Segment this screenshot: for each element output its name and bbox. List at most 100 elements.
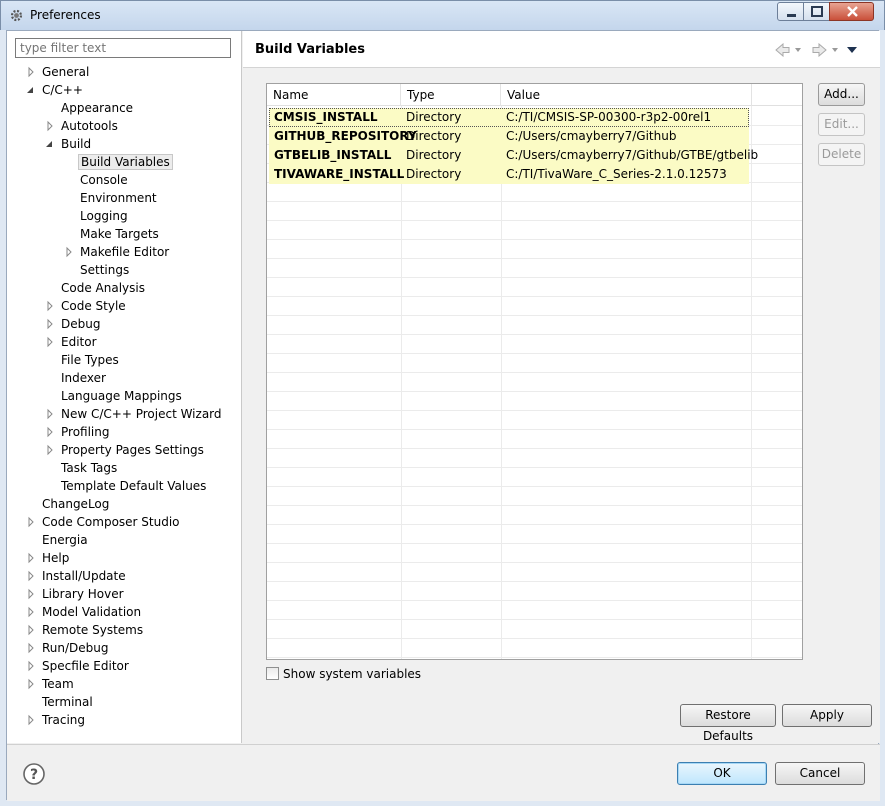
cancel-button[interactable]: Cancel: [775, 762, 865, 785]
expand-arrow-icon[interactable]: [25, 549, 37, 567]
table-row[interactable]: GITHUB_REPOSITORY Directory C:/Users/cmayb…: [269, 127, 749, 146]
tree-item[interactable]: Install/Update: [28, 567, 128, 585]
expand-arrow-icon[interactable]: [25, 63, 37, 81]
expand-arrow-icon[interactable]: [44, 423, 56, 441]
tree-item[interactable]: Make Targets: [78, 225, 161, 243]
row-divider: [267, 410, 802, 411]
expand-arrow-icon[interactable]: [44, 441, 56, 459]
gear-icon: [10, 9, 23, 22]
tree-item[interactable]: New C/C++ Project Wizard: [47, 405, 224, 423]
tree-item[interactable]: Team: [28, 675, 76, 693]
expand-arrow-icon[interactable]: [63, 243, 75, 261]
tree-item[interactable]: Model Validation: [28, 603, 143, 621]
minimize-icon: [787, 14, 796, 17]
tree-item[interactable]: Code Analysis: [59, 279, 147, 297]
expand-arrow-icon[interactable]: [44, 117, 56, 135]
forward-dropdown-icon[interactable]: [832, 48, 838, 52]
expand-arrow-icon[interactable]: [44, 297, 56, 315]
tree-item[interactable]: Code Composer Studio: [28, 513, 182, 531]
column-header-name[interactable]: Name: [267, 84, 401, 106]
tree-item[interactable]: Run/Debug: [28, 639, 111, 657]
expand-arrow-icon[interactable]: [25, 603, 37, 621]
view-menu-icon[interactable]: [847, 47, 857, 53]
row-divider: [267, 391, 802, 392]
tree-item-label: Library Hover: [42, 587, 124, 601]
tree-item-label: Indexer: [61, 371, 106, 385]
delete-button[interactable]: Delete: [818, 143, 865, 166]
expand-arrow-icon[interactable]: [25, 711, 37, 729]
table-row[interactable]: GTBELIB_INSTALL Directory C:/Users/cmayber…: [269, 146, 759, 165]
tree-item[interactable]: Build: [46, 135, 93, 153]
apply-button[interactable]: Apply: [782, 704, 872, 727]
row-divider: [267, 638, 802, 639]
tree-item[interactable]: Code Style: [47, 297, 128, 315]
collapse-arrow-icon[interactable]: [44, 135, 56, 153]
column-header-type[interactable]: Type: [401, 84, 501, 106]
expand-arrow-icon[interactable]: [25, 621, 37, 639]
checkbox-box[interactable]: [266, 667, 279, 680]
tree-item[interactable]: Specfile Editor: [28, 657, 131, 675]
expand-arrow-icon[interactable]: [25, 585, 37, 603]
tree-item[interactable]: Property Pages Settings: [47, 441, 206, 459]
edit-button[interactable]: Edit...: [818, 113, 865, 136]
build-variables-table[interactable]: Name Type Value CMSIS_INSTALL Directory C:…: [266, 83, 803, 660]
tree-item[interactable]: Appearance: [59, 99, 135, 117]
tree-item[interactable]: Autotools: [47, 117, 120, 135]
window-title: Preferences: [30, 8, 101, 22]
expand-arrow-icon[interactable]: [25, 675, 37, 693]
minimize-button[interactable]: [777, 2, 804, 21]
cell-value: C:/Users/cmayberry7/Github/GTBE/gtbelib: [506, 148, 759, 162]
tree-item[interactable]: Terminal: [40, 693, 95, 711]
tree-item[interactable]: Profiling: [47, 423, 112, 441]
table-row[interactable]: TIVAWARE_INSTALL Directory C:/TI/TivaWare_…: [269, 165, 749, 184]
forward-arrow-icon[interactable]: [812, 43, 827, 57]
tree-item[interactable]: Tracing: [28, 711, 87, 729]
column-divider: [751, 106, 752, 659]
expand-arrow-icon[interactable]: [25, 639, 37, 657]
table-row[interactable]: CMSIS_INSTALL Directory C:/TI/CMSIS-SP-003…: [269, 108, 749, 127]
tree-item[interactable]: General: [28, 63, 91, 81]
close-button[interactable]: [829, 2, 874, 21]
tree-item[interactable]: Editor: [47, 333, 99, 351]
row-divider: [267, 353, 802, 354]
tree-item[interactable]: Help: [28, 549, 71, 567]
tree-item[interactable]: Logging: [78, 207, 130, 225]
tree-item[interactable]: Console: [78, 171, 130, 189]
tree-item[interactable]: File Types: [59, 351, 121, 369]
tree-item[interactable]: Indexer: [59, 369, 108, 387]
tree-item[interactable]: Template Default Values: [59, 477, 208, 495]
ok-button[interactable]: OK: [677, 762, 767, 785]
add-button[interactable]: Add...: [818, 83, 865, 106]
tree-item-label: Code Analysis: [61, 281, 145, 295]
tree-item[interactable]: Language Mappings: [59, 387, 184, 405]
row-divider: [267, 296, 802, 297]
expand-arrow-icon[interactable]: [25, 513, 37, 531]
tree-item[interactable]: ChangeLog: [40, 495, 111, 513]
restore-defaults-button[interactable]: Restore Defaults: [680, 704, 776, 743]
tree-item[interactable]: Task Tags: [59, 459, 119, 477]
filter-input[interactable]: [15, 38, 231, 58]
expand-arrow-icon[interactable]: [44, 315, 56, 333]
expand-arrow-icon[interactable]: [25, 657, 37, 675]
tree-item[interactable]: Environment: [78, 189, 159, 207]
tree-item[interactable]: Makefile Editor: [66, 243, 171, 261]
expand-arrow-icon[interactable]: [44, 333, 56, 351]
back-dropdown-icon[interactable]: [795, 48, 801, 52]
expand-arrow-icon[interactable]: [44, 405, 56, 423]
row-divider: [267, 619, 802, 620]
tree-item[interactable]: Build Variables: [78, 153, 173, 171]
expand-arrow-icon[interactable]: [25, 567, 37, 585]
tree-item[interactable]: Library Hover: [28, 585, 126, 603]
maximize-button[interactable]: [803, 2, 830, 21]
collapse-arrow-icon[interactable]: [25, 81, 37, 99]
tree-item[interactable]: C/C++: [27, 81, 85, 99]
show-system-variables-label: Show system variables: [283, 667, 422, 681]
tree-item[interactable]: Debug: [47, 315, 102, 333]
tree-item[interactable]: Settings: [78, 261, 131, 279]
column-header-value[interactable]: Value: [501, 84, 752, 106]
tree-item[interactable]: Remote Systems: [28, 621, 145, 639]
back-arrow-icon[interactable]: [775, 43, 790, 57]
tree-item[interactable]: Energia: [40, 531, 90, 549]
help-icon[interactable]: ?: [22, 762, 46, 786]
tree-item-label: C/C++: [42, 83, 83, 97]
